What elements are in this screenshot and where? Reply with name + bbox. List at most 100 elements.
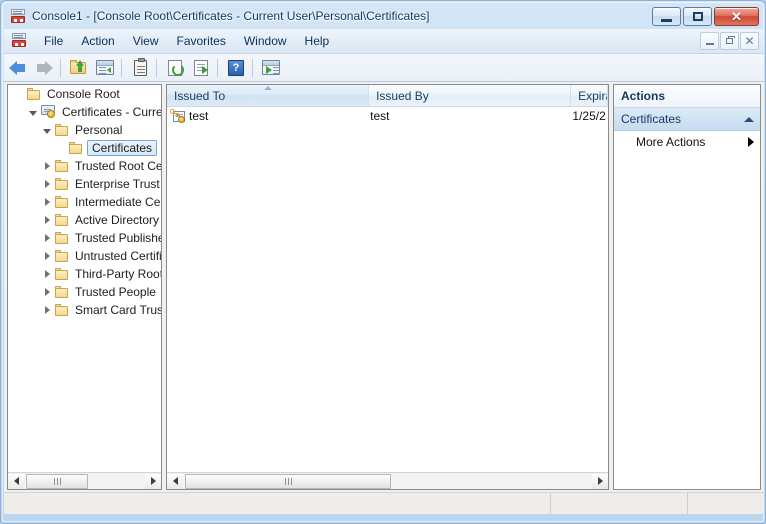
work-area: Console Root Certificates - Curren Persona… <box>4 82 764 492</box>
tree-item-certificates-curren[interactable]: Certificates - Curren <box>8 103 161 121</box>
tree-item-enterprise-trust[interactable]: Enterprise Trust <box>8 175 161 193</box>
column-header-label: Issued By <box>376 88 429 103</box>
menu-item-view[interactable]: View <box>124 31 168 51</box>
scroll-right-arrow[interactable] <box>145 473 161 489</box>
column-header-issued-to[interactable]: Issued To <box>167 85 370 106</box>
actions-list: Certificates More Actions <box>614 108 760 153</box>
chevron-right-icon[interactable] <box>40 301 54 319</box>
chevron-right-icon[interactable] <box>40 283 54 301</box>
application-window: Console1 - [Console Root\Certificates - … <box>0 0 766 524</box>
toolbar-separator <box>252 58 253 77</box>
scroll-track[interactable] <box>183 473 592 489</box>
action-item-more-actions[interactable]: More Actions <box>614 131 760 153</box>
properties-button[interactable] <box>128 56 152 80</box>
chevron-right-icon[interactable] <box>40 229 54 247</box>
scroll-thumb[interactable] <box>185 473 391 489</box>
mdi-close-button[interactable]: ✕ <box>740 32 759 50</box>
maximize-button[interactable] <box>683 7 712 26</box>
status-cell-tertiary <box>688 493 763 514</box>
menu-item-file[interactable]: File <box>35 31 72 51</box>
refresh-button[interactable] <box>163 56 187 80</box>
scroll-thumb[interactable] <box>26 473 88 489</box>
console-tree-pane: Console Root Certificates - Curren Persona… <box>7 84 162 490</box>
tree-item-label: Trusted Publishe <box>75 231 161 245</box>
tree-item-untrusted-certifi[interactable]: Untrusted Certifi <box>8 247 161 265</box>
forward-button[interactable] <box>32 56 56 80</box>
help-button[interactable]: ? <box>224 56 248 80</box>
up-one-level-button[interactable] <box>67 56 91 80</box>
status-bar <box>4 492 764 514</box>
folder-up-icon <box>70 60 88 75</box>
chevron-right-icon[interactable] <box>40 157 54 175</box>
mmc-console-icon <box>10 8 26 24</box>
mdi-minimize-button[interactable] <box>700 32 719 50</box>
folder-icon <box>54 285 69 299</box>
menu-item-window[interactable]: Window <box>235 31 296 51</box>
tree-item-active-directory[interactable]: Active Directory <box>8 211 161 229</box>
tree-item-label: Trusted Root Ce <box>75 159 161 173</box>
column-header-issued-by[interactable]: Issued By <box>369 85 572 106</box>
mdi-restore-button[interactable] <box>720 32 739 50</box>
status-cell-main <box>4 493 551 514</box>
clipboard-icon <box>133 57 147 76</box>
tree-item-console-root[interactable]: Console Root <box>8 85 161 103</box>
export-list-button[interactable] <box>189 56 213 80</box>
action-item-label: More Actions <box>636 135 706 149</box>
scroll-track[interactable] <box>24 473 145 489</box>
folder-icon <box>54 213 69 227</box>
chevron-right-icon[interactable] <box>40 175 54 193</box>
refresh-icon <box>168 59 184 76</box>
chevron-down-icon[interactable] <box>26 103 40 121</box>
tree-item-label: Trusted People <box>75 285 156 299</box>
scroll-right-arrow[interactable] <box>592 473 608 489</box>
show-hide-action-pane-button[interactable] <box>259 56 283 80</box>
chevron-right-icon[interactable] <box>40 247 54 265</box>
tree-item-label: Console Root <box>47 87 120 101</box>
tree-item-trusted-publishe[interactable]: Trusted Publishe <box>8 229 161 247</box>
tree-item-trusted-people[interactable]: Trusted People <box>8 283 161 301</box>
actions-pane-title: Actions <box>614 85 760 108</box>
close-button[interactable]: ✕ <box>714 7 759 26</box>
minimize-button[interactable] <box>652 7 681 26</box>
scroll-left-arrow[interactable] <box>167 473 183 489</box>
folder-icon <box>68 141 83 155</box>
chevron-right-icon[interactable] <box>40 265 54 283</box>
tree-item-third-party-root[interactable]: Third-Party Root <box>8 265 161 283</box>
back-button[interactable] <box>6 56 30 80</box>
list-column-headers: Issued To Issued By Expira <box>167 85 608 107</box>
folder-icon <box>54 177 69 191</box>
chevron-right-icon[interactable] <box>40 211 54 229</box>
folder-icon <box>54 195 69 209</box>
folder-icon <box>54 159 69 173</box>
menu-item-action[interactable]: Action <box>72 31 123 51</box>
tree-item-intermediate-cer[interactable]: Intermediate Cer <box>8 193 161 211</box>
scroll-left-arrow[interactable] <box>8 473 24 489</box>
sort-ascending-icon <box>263 86 272 90</box>
folder-icon <box>54 267 69 281</box>
console-tree: Console Root Certificates - Curren Persona… <box>8 85 161 473</box>
tree-item-label: Untrusted Certifi <box>75 249 161 263</box>
mmc-console-icon-small[interactable] <box>11 32 27 51</box>
cell-issued-to: test <box>189 109 209 123</box>
chevron-right-icon[interactable] <box>40 193 54 211</box>
chevron-up-icon[interactable] <box>744 116 754 122</box>
list-horizontal-scrollbar[interactable] <box>167 472 608 489</box>
tree-horizontal-scrollbar[interactable] <box>8 472 161 489</box>
actions-group-certificates[interactable]: Certificates <box>614 108 760 131</box>
table-row[interactable]: test test 1/25/2 <box>167 107 608 125</box>
tree-item-label: Intermediate Cer <box>75 195 161 209</box>
tree-item-certificates[interactable]: Certificates <box>8 139 161 157</box>
folder-icon <box>54 123 69 137</box>
tree-twisty-spacer <box>54 139 68 157</box>
tree-item-trusted-root-ce[interactable]: Trusted Root Ce <box>8 157 161 175</box>
menu-item-help[interactable]: Help <box>296 31 339 51</box>
column-header-label: Issued To <box>174 88 226 103</box>
toolbar-separator <box>217 58 218 77</box>
chevron-down-icon[interactable] <box>40 121 54 139</box>
column-header-expira[interactable]: Expira <box>571 85 608 106</box>
tree-item-smart-card-trus[interactable]: Smart Card Trus <box>8 301 161 319</box>
tree-twisty-spacer <box>12 85 26 103</box>
menu-item-favorites[interactable]: Favorites <box>168 31 235 51</box>
show-hide-console-tree-button[interactable] <box>93 56 117 80</box>
tree-item-personal[interactable]: Personal <box>8 121 161 139</box>
